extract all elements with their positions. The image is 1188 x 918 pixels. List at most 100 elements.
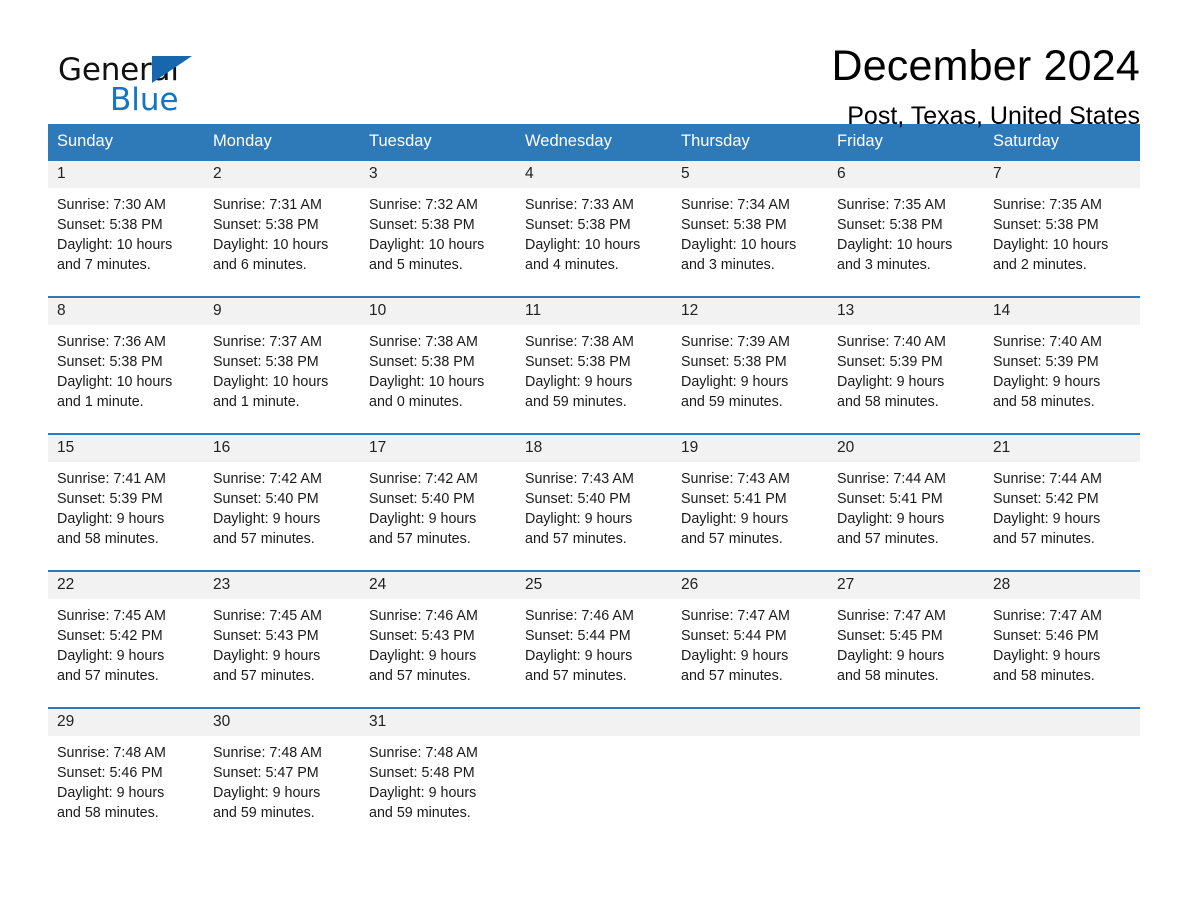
sunset-text: Sunset: 5:38 PM	[213, 353, 319, 370]
day-cell[interactable]: 30 Sunrise: 7:48 AM Sunset: 5:47 PM Dayl…	[204, 706, 360, 844]
day-cell[interactable]: 28 Sunrise: 7:47 AM Sunset: 5:46 PM Dayl…	[984, 569, 1140, 708]
daylight-text-line2: and 7 minutes.	[57, 256, 151, 273]
daylight-text-line2: and 57 minutes.	[213, 530, 315, 547]
sunrise-text: Sunrise: 7:41 AM	[57, 470, 166, 487]
daylight-text-line1: Daylight: 10 hours	[57, 373, 173, 390]
daylight-text-line1: Daylight: 9 hours	[57, 647, 165, 664]
day-cell-empty	[828, 706, 984, 844]
day-cell[interactable]: 20 Sunrise: 7:44 AM Sunset: 5:41 PM Dayl…	[828, 432, 984, 571]
day-details: Sunrise: 7:45 AM Sunset: 5:42 PM Dayligh…	[48, 599, 204, 686]
day-details: Sunrise: 7:40 AM Sunset: 5:39 PM Dayligh…	[984, 325, 1140, 412]
day-cell[interactable]: 15 Sunrise: 7:41 AM Sunset: 5:39 PM Dayl…	[48, 432, 204, 571]
sunrise-text: Sunrise: 7:37 AM	[213, 333, 322, 350]
sunrise-text: Sunrise: 7:46 AM	[369, 607, 478, 624]
day-cell[interactable]: 10 Sunrise: 7:38 AM Sunset: 5:38 PM Dayl…	[360, 295, 516, 434]
day-details: Sunrise: 7:46 AM Sunset: 5:43 PM Dayligh…	[360, 599, 516, 686]
sunset-text: Sunset: 5:38 PM	[213, 216, 319, 233]
day-cell[interactable]: 4 Sunrise: 7:33 AM Sunset: 5:38 PM Dayli…	[516, 160, 672, 297]
day-cell[interactable]: 14 Sunrise: 7:40 AM Sunset: 5:39 PM Dayl…	[984, 295, 1140, 434]
sunset-text: Sunset: 5:38 PM	[57, 216, 163, 233]
day-details: Sunrise: 7:36 AM Sunset: 5:38 PM Dayligh…	[48, 325, 204, 412]
sunset-text: Sunset: 5:41 PM	[681, 490, 787, 507]
day-details: Sunrise: 7:44 AM Sunset: 5:41 PM Dayligh…	[828, 462, 984, 549]
day-cell[interactable]: 2 Sunrise: 7:31 AM Sunset: 5:38 PM Dayli…	[204, 160, 360, 297]
day-details: Sunrise: 7:39 AM Sunset: 5:38 PM Dayligh…	[672, 325, 828, 412]
day-details: Sunrise: 7:48 AM Sunset: 5:48 PM Dayligh…	[360, 736, 516, 823]
day-cell[interactable]: 24 Sunrise: 7:46 AM Sunset: 5:43 PM Dayl…	[360, 569, 516, 708]
day-details: Sunrise: 7:48 AM Sunset: 5:46 PM Dayligh…	[48, 736, 204, 823]
day-cell[interactable]: 3 Sunrise: 7:32 AM Sunset: 5:38 PM Dayli…	[360, 160, 516, 297]
day-details: Sunrise: 7:35 AM Sunset: 5:38 PM Dayligh…	[984, 188, 1140, 275]
day-number	[516, 708, 672, 736]
day-number: 31	[360, 708, 516, 736]
day-cell[interactable]: 13 Sunrise: 7:40 AM Sunset: 5:39 PM Dayl…	[828, 295, 984, 434]
sunset-text: Sunset: 5:40 PM	[525, 490, 631, 507]
day-cell[interactable]: 9 Sunrise: 7:37 AM Sunset: 5:38 PM Dayli…	[204, 295, 360, 434]
day-cell[interactable]: 19 Sunrise: 7:43 AM Sunset: 5:41 PM Dayl…	[672, 432, 828, 571]
daylight-text-line2: and 58 minutes.	[837, 667, 939, 684]
sunset-text: Sunset: 5:38 PM	[993, 216, 1099, 233]
sunrise-text: Sunrise: 7:31 AM	[213, 196, 322, 213]
day-cell[interactable]: 7 Sunrise: 7:35 AM Sunset: 5:38 PM Dayli…	[984, 160, 1140, 297]
page-header: General Blue December 2024 Post, Texas, …	[48, 0, 1140, 129]
day-number	[984, 708, 1140, 736]
daylight-text-line1: Daylight: 9 hours	[57, 784, 165, 801]
daylight-text-line2: and 6 minutes.	[213, 256, 307, 273]
day-cell[interactable]: 6 Sunrise: 7:35 AM Sunset: 5:38 PM Dayli…	[828, 160, 984, 297]
sunset-text: Sunset: 5:45 PM	[837, 627, 943, 644]
sunset-text: Sunset: 5:44 PM	[525, 627, 631, 644]
day-details	[516, 736, 672, 743]
daylight-text-line2: and 58 minutes.	[57, 804, 159, 821]
day-cell-empty	[984, 706, 1140, 844]
sunset-text: Sunset: 5:40 PM	[213, 490, 319, 507]
week-row: 29 Sunrise: 7:48 AM Sunset: 5:46 PM Dayl…	[48, 706, 1140, 844]
daylight-text-line1: Daylight: 9 hours	[993, 373, 1101, 390]
day-cell[interactable]: 27 Sunrise: 7:47 AM Sunset: 5:45 PM Dayl…	[828, 569, 984, 708]
sunrise-text: Sunrise: 7:33 AM	[525, 196, 634, 213]
day-cell[interactable]: 31 Sunrise: 7:48 AM Sunset: 5:48 PM Dayl…	[360, 706, 516, 844]
daylight-text-line1: Daylight: 9 hours	[369, 647, 477, 664]
daylight-text-line2: and 5 minutes.	[369, 256, 463, 273]
daylight-text-line1: Daylight: 10 hours	[525, 236, 641, 253]
day-cell-empty	[516, 706, 672, 844]
page-subtitle: Post, Texas, United States	[847, 102, 1140, 131]
week-row: 22 Sunrise: 7:45 AM Sunset: 5:42 PM Dayl…	[48, 569, 1140, 708]
day-cell[interactable]: 16 Sunrise: 7:42 AM Sunset: 5:40 PM Dayl…	[204, 432, 360, 571]
day-cell[interactable]: 11 Sunrise: 7:38 AM Sunset: 5:38 PM Dayl…	[516, 295, 672, 434]
page-title: December 2024	[831, 42, 1140, 90]
day-cell[interactable]: 5 Sunrise: 7:34 AM Sunset: 5:38 PM Dayli…	[672, 160, 828, 297]
day-number: 19	[672, 434, 828, 462]
sunset-text: Sunset: 5:43 PM	[369, 627, 475, 644]
sunset-text: Sunset: 5:47 PM	[213, 764, 319, 781]
day-cell[interactable]: 22 Sunrise: 7:45 AM Sunset: 5:42 PM Dayl…	[48, 569, 204, 708]
day-number: 28	[984, 571, 1140, 599]
day-details: Sunrise: 7:46 AM Sunset: 5:44 PM Dayligh…	[516, 599, 672, 686]
sunrise-text: Sunrise: 7:38 AM	[369, 333, 478, 350]
daylight-text-line2: and 59 minutes.	[525, 393, 627, 410]
sunrise-text: Sunrise: 7:45 AM	[57, 607, 166, 624]
day-cell[interactable]: 18 Sunrise: 7:43 AM Sunset: 5:40 PM Dayl…	[516, 432, 672, 571]
general-blue-logo[interactable]: General Blue	[48, 44, 238, 118]
day-cell[interactable]: 17 Sunrise: 7:42 AM Sunset: 5:40 PM Dayl…	[360, 432, 516, 571]
day-cell[interactable]: 12 Sunrise: 7:39 AM Sunset: 5:38 PM Dayl…	[672, 295, 828, 434]
day-cell[interactable]: 1 Sunrise: 7:30 AM Sunset: 5:38 PM Dayli…	[48, 160, 204, 297]
day-cell[interactable]: 21 Sunrise: 7:44 AM Sunset: 5:42 PM Dayl…	[984, 432, 1140, 571]
daylight-text-line2: and 57 minutes.	[837, 530, 939, 547]
day-cell[interactable]: 23 Sunrise: 7:45 AM Sunset: 5:43 PM Dayl…	[204, 569, 360, 708]
day-cell-empty	[672, 706, 828, 844]
day-details: Sunrise: 7:44 AM Sunset: 5:42 PM Dayligh…	[984, 462, 1140, 549]
sunset-text: Sunset: 5:46 PM	[57, 764, 163, 781]
day-number: 30	[204, 708, 360, 736]
daylight-text-line2: and 3 minutes.	[681, 256, 775, 273]
day-number: 13	[828, 297, 984, 325]
day-cell[interactable]: 26 Sunrise: 7:47 AM Sunset: 5:44 PM Dayl…	[672, 569, 828, 708]
day-cell[interactable]: 8 Sunrise: 7:36 AM Sunset: 5:38 PM Dayli…	[48, 295, 204, 434]
day-number	[828, 708, 984, 736]
day-cell[interactable]: 25 Sunrise: 7:46 AM Sunset: 5:44 PM Dayl…	[516, 569, 672, 708]
sunrise-text: Sunrise: 7:36 AM	[57, 333, 166, 350]
daylight-text-line2: and 57 minutes.	[369, 667, 471, 684]
sunset-text: Sunset: 5:39 PM	[57, 490, 163, 507]
sunrise-text: Sunrise: 7:47 AM	[993, 607, 1102, 624]
daylight-text-line2: and 58 minutes.	[993, 393, 1095, 410]
day-cell[interactable]: 29 Sunrise: 7:48 AM Sunset: 5:46 PM Dayl…	[48, 706, 204, 844]
